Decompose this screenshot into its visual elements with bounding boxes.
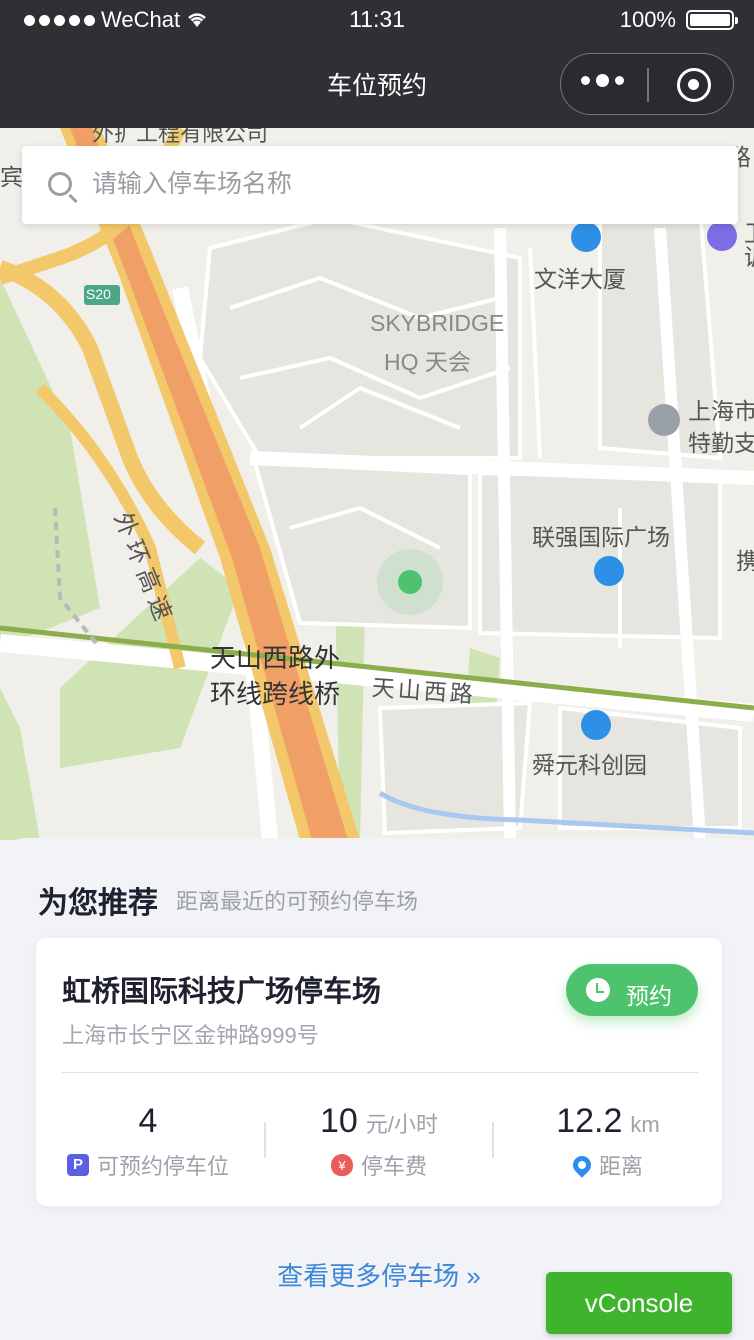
battery-icon: [686, 10, 738, 30]
map-label-wenyang: 文洋大厦: [534, 266, 626, 292]
vconsole-button[interactable]: vConsole: [546, 1272, 732, 1334]
mini-program-capsule: [560, 53, 734, 115]
parking-lot-card[interactable]: 虹桥国际科技广场停车场 上海市长宁区金钟路999号 预约 4 P 可预约停车位 1…: [36, 938, 722, 1206]
fee-value: 10: [320, 1102, 358, 1140]
recommend-subtitle: 距离最近的可预约停车场: [176, 889, 419, 914]
nav-bar: 车位预约: [0, 40, 754, 128]
search-icon: [48, 172, 72, 196]
stat-divider: [492, 1122, 494, 1158]
capsule-divider: [647, 68, 649, 102]
battery-area: 100%: [619, 7, 738, 33]
map-label-bin: 宾: [0, 164, 23, 190]
map-label-company: 外扩工程有限公司: [92, 128, 269, 146]
map-canvas: [0, 128, 754, 840]
map-label-hq: HQ 天会: [384, 349, 471, 375]
map-label-lianqiang: 联强国际广场: [532, 524, 670, 550]
map-label-shanghai: 上海市: [688, 398, 754, 424]
available-label: 可预约停车位: [96, 1154, 229, 1179]
map-label-bridge-2: 环线跨线桥: [210, 679, 341, 709]
map-label-skybridge: SKYBRIDGE: [370, 310, 505, 336]
recommend-panel: 为您推荐 距离最近的可预约停车场 虹桥国际科技广场停车场 上海市长宁区金钟路99…: [6, 838, 752, 1338]
map-label-xun: 训: [744, 238, 754, 272]
location-pin-icon: [569, 1152, 595, 1178]
fee-label: 停车费: [360, 1154, 427, 1179]
parking-lot-address: 上海市长宁区金钟路999号: [62, 1023, 319, 1048]
book-button[interactable]: 预约: [566, 964, 698, 1016]
distance-unit: km: [630, 1112, 660, 1137]
map-label-bridge-1: 天山西路外: [210, 643, 341, 673]
map-label-special: 特勤支: [688, 430, 754, 456]
close-program-icon[interactable]: [677, 68, 711, 102]
map-label-shunyuan: 舜元科创园: [532, 752, 647, 778]
clock-icon: [586, 978, 610, 1002]
stat-fee: 10 元/小时 ¥ 停车费: [269, 1102, 489, 1181]
battery-percent: 100%: [619, 7, 676, 32]
parking-lot-name: 虹桥国际科技广场停车场: [62, 976, 382, 1008]
card-divider: [62, 1072, 698, 1073]
double-chevron-icon: »: [466, 1261, 481, 1291]
recommend-title: 为您推荐: [38, 887, 158, 920]
book-label: 预约: [626, 983, 672, 1009]
more-options-icon[interactable]: [581, 74, 624, 87]
map-label-tianshan-road: 天山西路: [371, 674, 477, 708]
search-input[interactable]: [92, 164, 712, 204]
distance-label: 距离: [598, 1154, 643, 1179]
map-label-s20: S20: [86, 286, 111, 302]
status-bar: WeChat 11:31 100%: [0, 0, 754, 40]
stat-distance: 12.2 km 距离: [498, 1102, 718, 1181]
stat-divider: [264, 1122, 266, 1158]
parking-icon: P: [66, 1154, 89, 1176]
map-view[interactable]: 外环高速 SKYBRIDGE HQ 天会 文洋大厦 上海市 特勤支 联强国际广场…: [0, 128, 754, 840]
search-bar: [22, 146, 738, 224]
money-bag-icon: ¥: [330, 1154, 353, 1176]
available-value: 4: [138, 1102, 158, 1140]
map-label-xie: 携: [736, 548, 754, 574]
distance-value: 12.2: [556, 1102, 623, 1140]
view-more-label: 查看更多停车场: [277, 1261, 460, 1291]
stat-available: 4 P 可预约停车位: [38, 1102, 258, 1181]
fee-unit: 元/小时: [365, 1112, 438, 1137]
